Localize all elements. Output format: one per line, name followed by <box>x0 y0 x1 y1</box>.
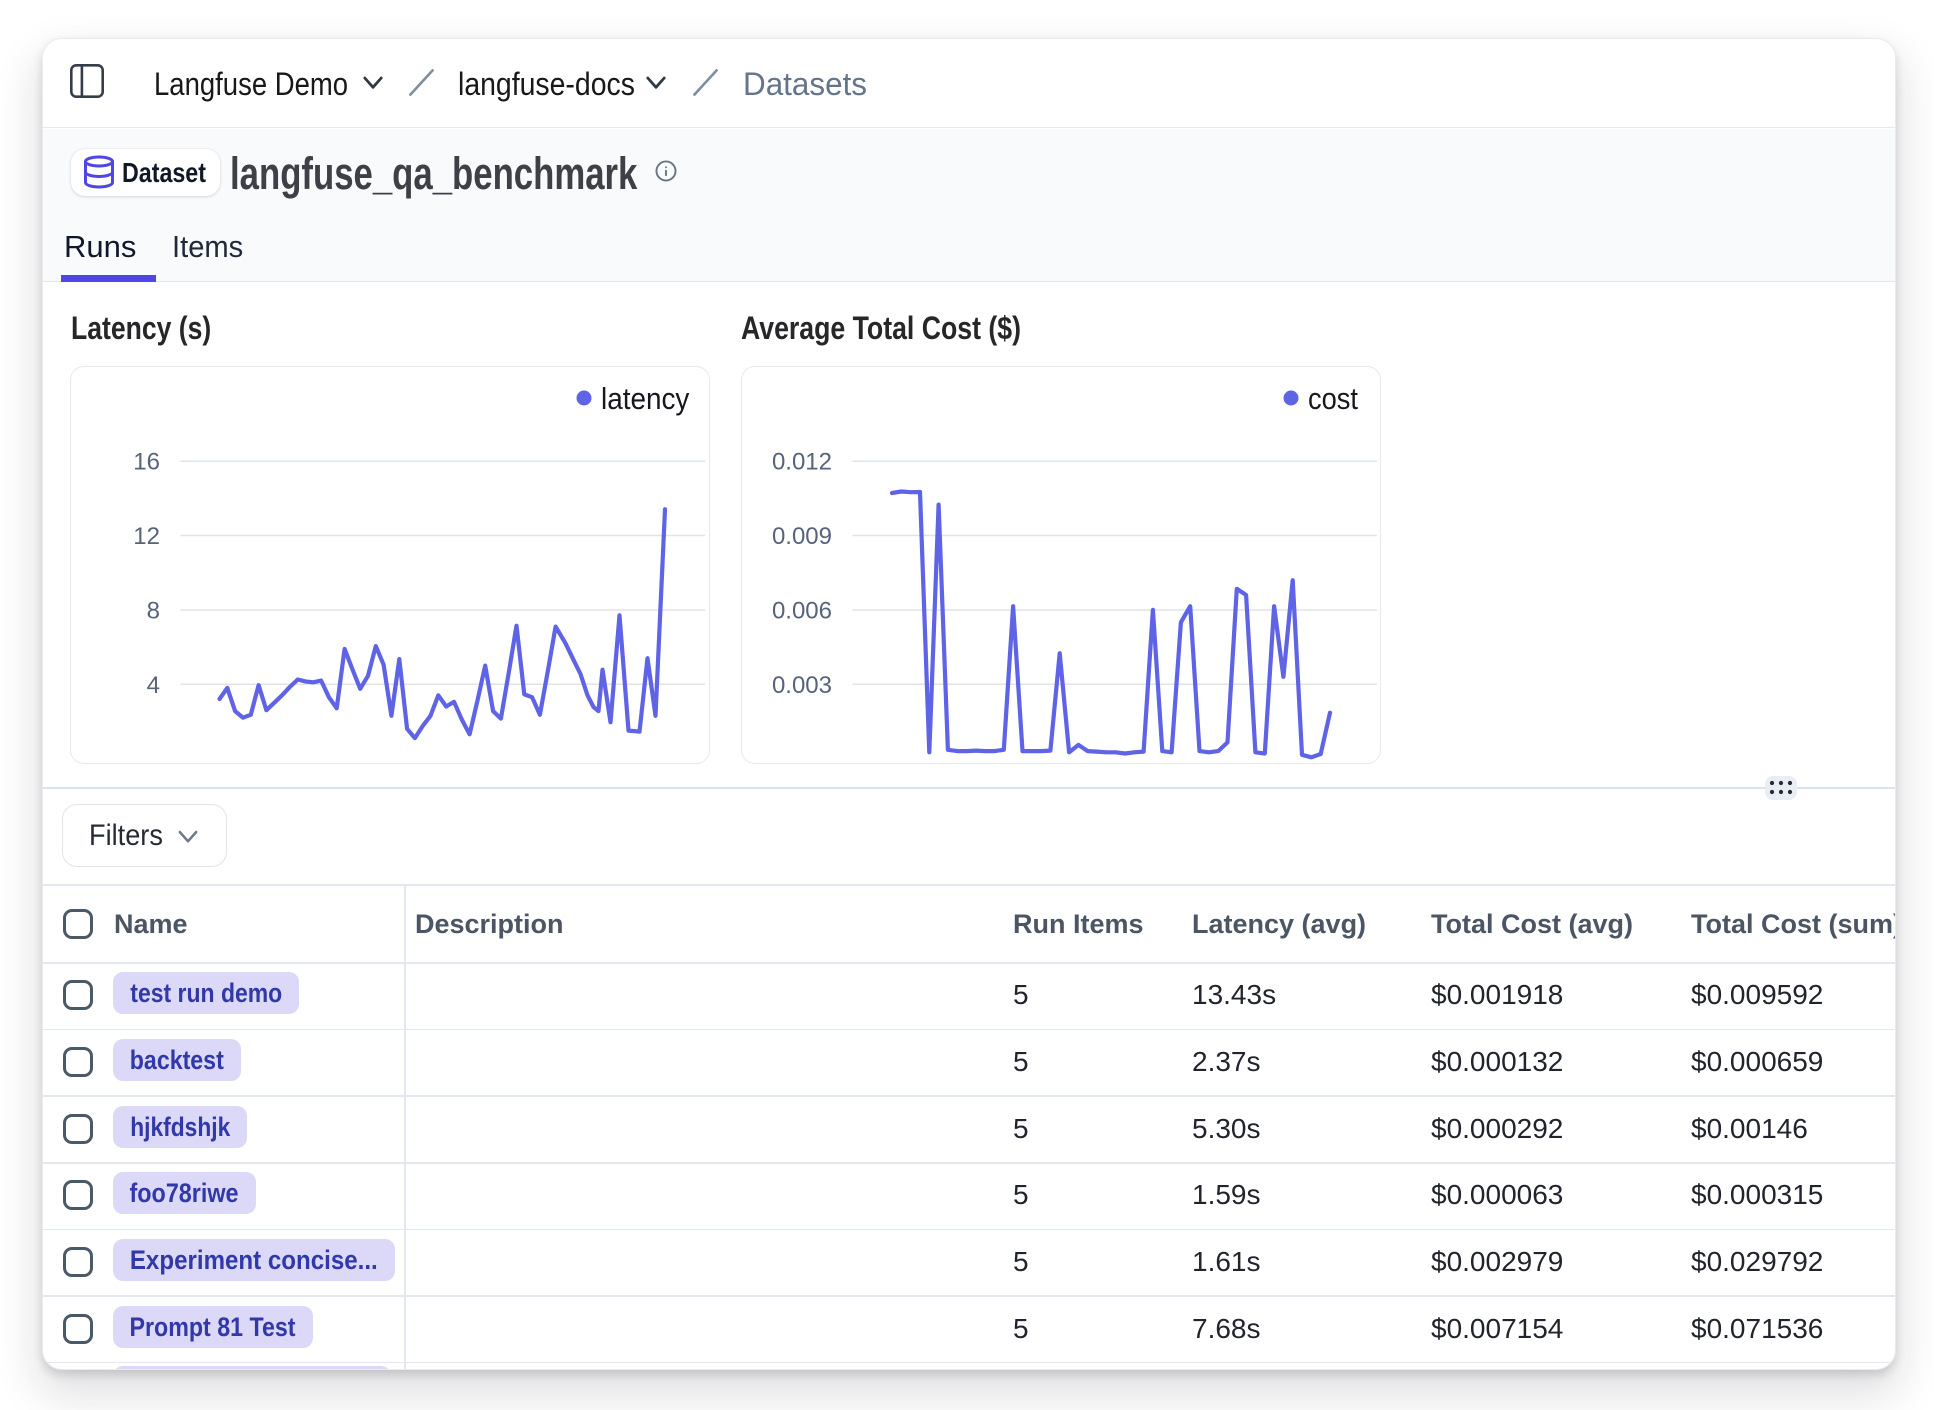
svg-text:0.003: 0.003 <box>771 671 831 698</box>
svg-text:0.006: 0.006 <box>771 597 831 624</box>
svg-text:16: 16 <box>133 448 160 475</box>
svg-text:cost: cost <box>1308 382 1358 416</box>
svg-text:8: 8 <box>147 597 160 624</box>
svg-text:4: 4 <box>147 671 160 698</box>
svg-text:0.009: 0.009 <box>771 523 831 550</box>
svg-text:12: 12 <box>133 523 160 550</box>
svg-text:latency: latency <box>601 381 690 416</box>
svg-text:0.012: 0.012 <box>771 448 831 475</box>
